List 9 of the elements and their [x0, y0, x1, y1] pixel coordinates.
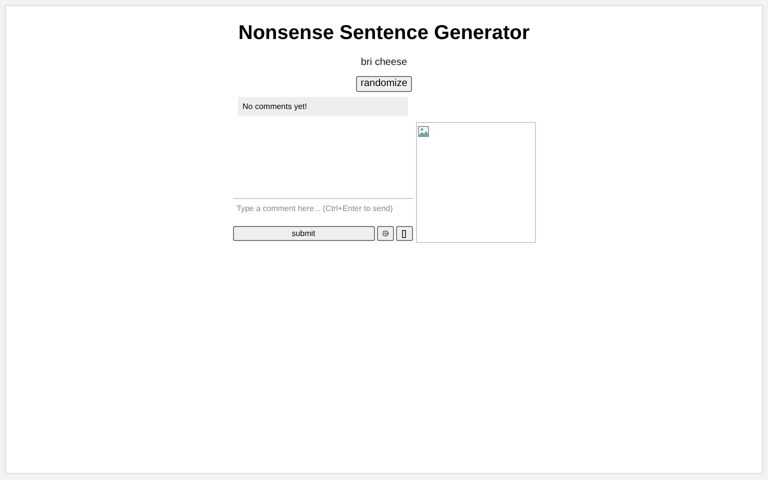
settings-icon: [382, 230, 388, 237]
generated-sentence: bri cheese: [360, 57, 408, 68]
randomize-button[interactable]: randomize: [356, 76, 412, 92]
page-title: Nonsense Sentence Generator: [238, 21, 530, 45]
comments-empty-message: No comments yet!: [238, 97, 408, 116]
submit-button[interactable]: submit: [232, 226, 374, 241]
rectangle-icon: [402, 230, 406, 238]
settings-button[interactable]: [376, 226, 394, 241]
glyph-button[interactable]: [396, 226, 412, 241]
